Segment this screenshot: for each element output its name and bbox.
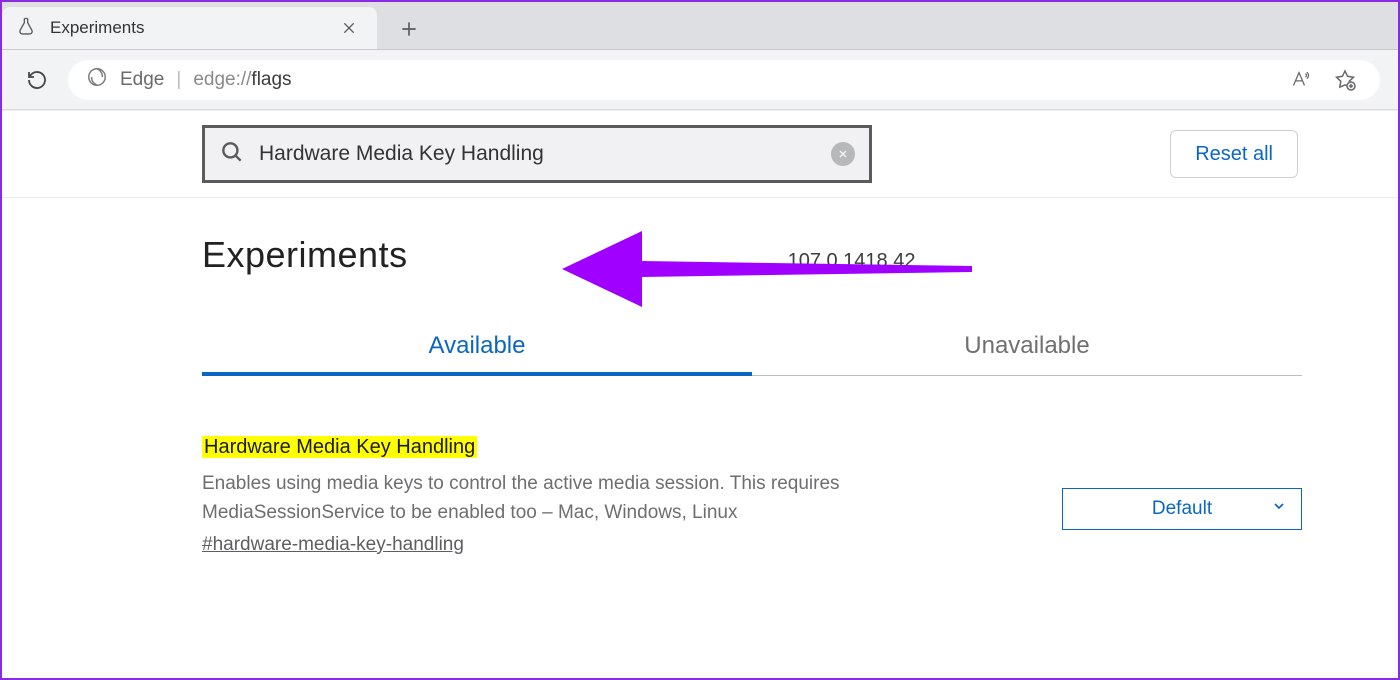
- refresh-button[interactable]: [20, 63, 54, 97]
- url-prefix: edge://: [193, 69, 251, 90]
- search-box[interactable]: [202, 125, 872, 183]
- search-icon: [219, 139, 245, 170]
- flag-state-select[interactable]: Default: [1062, 488, 1302, 530]
- url-main: flags: [251, 69, 291, 90]
- address-bar[interactable]: Edge | edge://flags: [68, 60, 1380, 100]
- clear-search-button[interactable]: [831, 142, 855, 166]
- version-label: 107.0.1418.42: [788, 250, 916, 273]
- address-brand: Edge: [120, 69, 164, 91]
- flag-row: Hardware Media Key Handling Enables usin…: [202, 436, 1302, 556]
- close-tab-button[interactable]: [335, 14, 363, 42]
- address-separator: |: [176, 69, 181, 91]
- favorites-icon[interactable]: [1328, 63, 1362, 97]
- new-tab-button[interactable]: [389, 9, 429, 49]
- flask-icon: [16, 16, 36, 41]
- tab-available[interactable]: Available: [202, 332, 752, 376]
- browser-tab[interactable]: Experiments: [2, 7, 377, 49]
- browser-toolbar: Edge | edge://flags: [2, 50, 1398, 110]
- chevron-down-icon: [1271, 498, 1287, 520]
- flag-select-value: Default: [1152, 498, 1212, 520]
- page-title: Experiments: [202, 234, 408, 276]
- tabs: Available Unavailable: [202, 332, 1302, 376]
- tab-unavailable[interactable]: Unavailable: [752, 332, 1302, 375]
- page-content: Reset all Experiments 107.0.1418.42 Avai…: [2, 110, 1398, 678]
- read-aloud-icon[interactable]: [1282, 63, 1316, 97]
- edge-logo-icon: [86, 66, 108, 94]
- flag-title: Hardware Media Key Handling: [202, 436, 477, 458]
- search-input[interactable]: [259, 142, 817, 166]
- reset-all-button[interactable]: Reset all: [1170, 130, 1298, 178]
- tab-title: Experiments: [50, 18, 321, 38]
- flags-topbar: Reset all: [2, 111, 1398, 198]
- tab-strip: Experiments: [2, 2, 1398, 50]
- flag-anchor-link[interactable]: #hardware-media-key-handling: [202, 534, 464, 556]
- flag-description: Enables using media keys to control the …: [202, 469, 902, 528]
